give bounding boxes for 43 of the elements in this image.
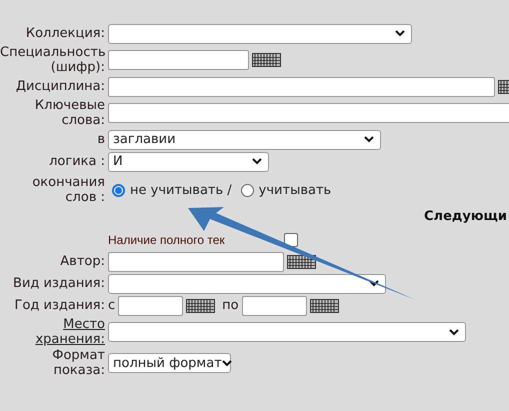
field-label: Специальность (шифр): [0,45,106,75]
radio-button[interactable] [240,184,254,196]
field-label: Формат показа: [52,348,105,378]
dropdown[interactable] [108,24,412,44]
keyboard-icon[interactable] [252,53,281,67]
dropdown[interactable]: И [108,152,269,172]
checkbox-label: Наличие полного тек [108,232,225,246]
radio-label: не учитывать / [130,182,232,198]
input-field[interactable] [242,296,307,316]
range-label: по [222,298,239,313]
chevron-icon [222,360,232,366]
field-label: Дисциплина: [16,79,105,94]
section-heading: Следующи [424,208,507,224]
chevron-icon [364,136,374,143]
field-label: Ключевые слова: [34,98,105,128]
range-label: с [108,298,116,313]
field-label: окончания слов : [32,175,105,205]
input-field[interactable] [108,50,249,70]
radio-button[interactable] [112,184,125,196]
field-label: логика : [49,154,105,169]
dropdown[interactable] [108,322,466,342]
keyboard-icon[interactable] [186,298,216,312]
input-field[interactable] [108,103,509,123]
field-label: Вид издания: [13,276,105,291]
input-field[interactable] [108,76,495,96]
chevron-icon [449,328,459,336]
keyboard-icon[interactable] [287,254,316,268]
dropdown[interactable] [108,274,386,294]
field-label: Коллекция: [26,26,105,41]
field-label: Год издания: [14,298,105,313]
dropdown[interactable]: заглавии [108,130,381,150]
field-label: в [97,132,105,147]
input-field[interactable] [118,296,184,316]
field-label-link[interactable]: Место хранения: [0,317,105,347]
dropdown[interactable]: полный формат [108,353,231,373]
input-field[interactable] [108,252,284,272]
chevron-icon [369,280,379,287]
checkbox[interactable] [284,232,298,246]
keyboard-icon[interactable] [310,298,339,312]
chevron-icon [252,158,262,165]
radio-label: учитывать [258,182,332,198]
field-label: Автор: [60,254,105,269]
chevron-icon [395,30,405,37]
